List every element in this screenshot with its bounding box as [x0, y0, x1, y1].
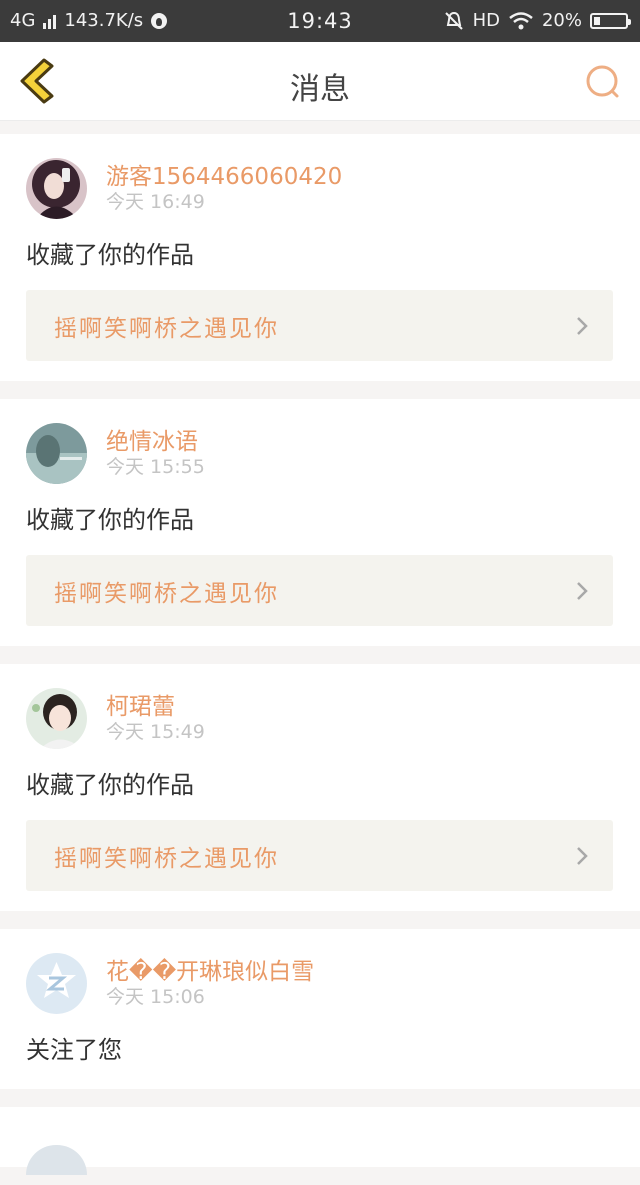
message-list: 游客1564466060420 今天 16:49 收藏了你的作品 摇啊笑啊桥之遇… — [0, 134, 640, 1185]
message-header: 游客1564466060420 今天 16:49 — [26, 158, 613, 220]
timestamp: 今天 15:06 — [106, 986, 205, 1008]
avatar[interactable] — [26, 688, 87, 749]
action-text: 收藏了你的作品 — [26, 241, 194, 269]
status-bar: 4G 143.7K/s 19:43 HD 20% — [0, 0, 640, 42]
message-meta: 游客1564466060420 今天 16:49 — [106, 158, 342, 214]
wifi-icon — [509, 11, 533, 29]
action-text: 收藏了你的作品 — [26, 771, 194, 799]
work-link[interactable]: 摇啊笑啊桥之遇见你 — [26, 555, 613, 626]
work-title: 摇啊笑啊桥之遇见你 — [54, 580, 279, 607]
work-title: 摇啊笑啊桥之遇见你 — [54, 315, 279, 342]
page-title: 消息 — [290, 72, 350, 107]
username[interactable]: 柯珺蕾 — [106, 692, 205, 722]
message-card-partial — [0, 1107, 640, 1175]
message-card: 花��开琳琅似白雪 今天 15:06 关注了您 — [0, 929, 640, 1089]
avatar[interactable] — [26, 423, 87, 484]
avatar[interactable] — [26, 158, 87, 219]
mute-bell-icon — [444, 11, 463, 30]
battery-percent: 20% — [541, 10, 582, 31]
message-header: 绝情冰语 今天 15:55 — [26, 423, 613, 485]
username[interactable]: 游客1564466060420 — [106, 162, 342, 192]
battery-level — [594, 16, 600, 25]
top-nav-bar: 消息 — [0, 42, 640, 121]
timestamp: 今天 15:49 — [106, 721, 205, 743]
message-card: 柯珺蕾 今天 15:49 收藏了你的作品 摇啊笑啊桥之遇见你 — [0, 664, 640, 911]
default-avatar-icon[interactable] — [26, 953, 87, 1014]
message-card: 游客1564466060420 今天 16:49 收藏了你的作品 摇啊笑啊桥之遇… — [0, 134, 640, 381]
message-meta: 绝情冰语 今天 15:55 — [106, 423, 205, 479]
message-meta: 柯珺蕾 今天 15:49 — [106, 688, 205, 744]
timestamp: 今天 16:49 — [106, 191, 205, 213]
work-title: 摇啊笑啊桥之遇见你 — [54, 845, 279, 872]
message-meta: 花��开琳琅似白雪 今天 15:06 — [106, 953, 314, 1009]
work-link[interactable]: 摇啊笑啊桥之遇见你 — [26, 290, 613, 361]
search-button[interactable] — [584, 62, 624, 102]
message-card: 绝情冰语 今天 15:55 收藏了你的作品 摇啊笑啊桥之遇见你 — [0, 399, 640, 646]
message-header: 花��开琳琅似白雪 今天 15:06 — [26, 953, 613, 1015]
username[interactable]: 绝情冰语 — [106, 427, 205, 457]
username[interactable]: 花��开琳琅似白雪 — [106, 957, 314, 987]
battery-icon — [590, 12, 631, 29]
hd-indicator: HD — [472, 10, 500, 31]
chevron-right-icon — [577, 846, 588, 865]
action-text: 收藏了你的作品 — [26, 506, 194, 534]
work-link[interactable]: 摇啊笑啊桥之遇见你 — [26, 820, 613, 891]
status-right: HD 20% — [443, 10, 631, 31]
message-header: 柯珺蕾 今天 15:49 — [26, 688, 613, 750]
timestamp: 今天 15:55 — [106, 456, 205, 478]
chevron-right-icon — [577, 316, 588, 335]
action-text: 关注了您 — [26, 1036, 122, 1064]
chevron-right-icon — [577, 581, 588, 600]
avatar[interactable] — [26, 1145, 87, 1175]
